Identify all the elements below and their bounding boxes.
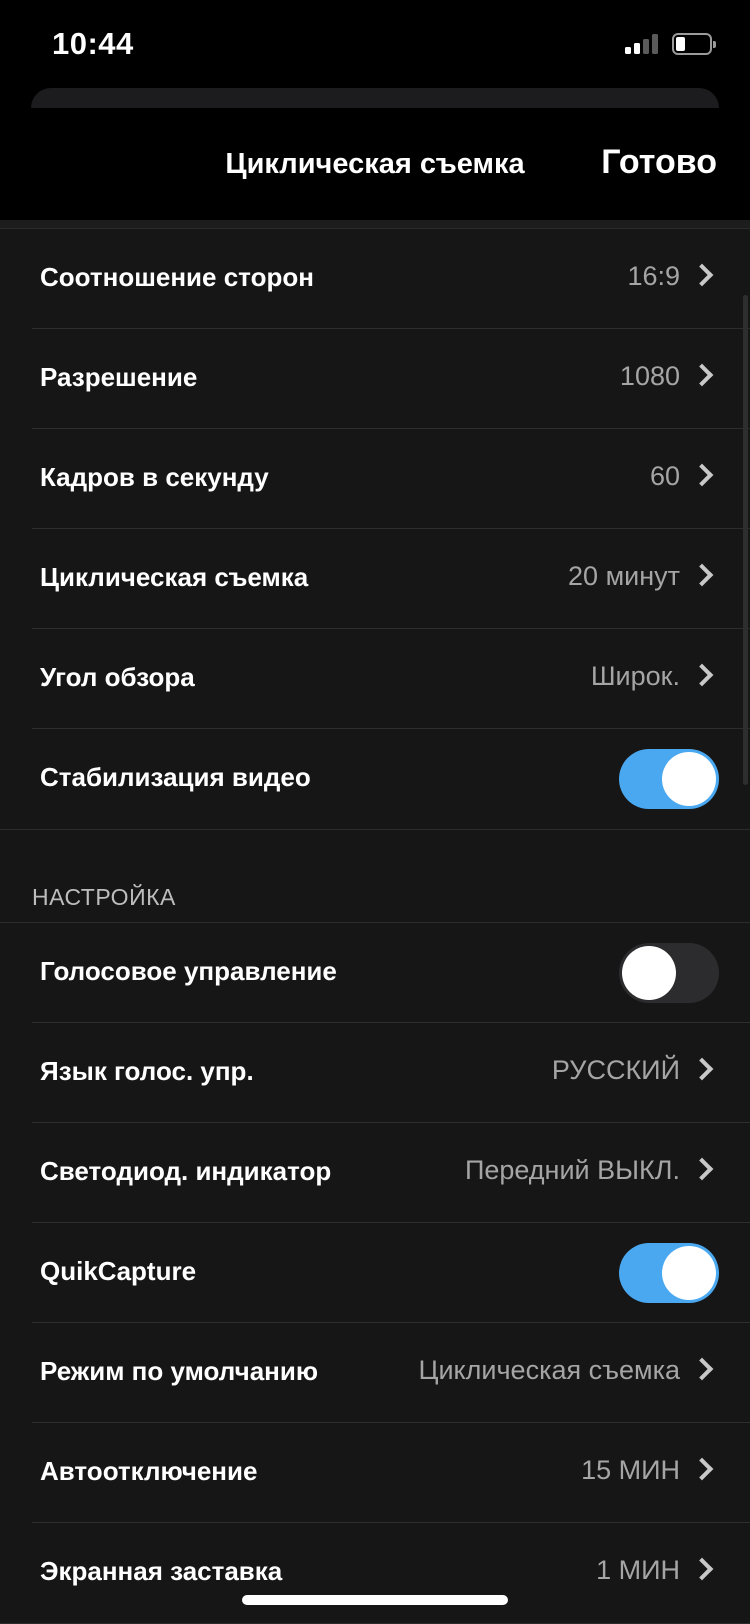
navigation-bar: Циклическая съемка Готово <box>0 108 750 220</box>
setting-value: 16:9 <box>627 261 680 291</box>
setting-value: РУССКИЙ <box>551 1055 680 1085</box>
setting-label: Соотношение сторон <box>40 262 314 292</box>
setting-row-screensaver[interactable]: Экранная заставка 1 МИН <box>32 1523 750 1623</box>
setting-label: Светодиод. индикатор <box>40 1156 332 1186</box>
setting-label: Стабилизация видео <box>40 762 311 792</box>
setting-value: Циклическая съемка <box>418 1355 680 1385</box>
cellular-signal-icon <box>625 34 661 54</box>
toggle-knob <box>662 1246 716 1300</box>
scroll-indicator[interactable] <box>743 295 748 785</box>
setting-value: 20 минут <box>568 561 680 591</box>
setting-row-voice-language[interactable]: Язык голос. упр. РУССКИЙ <box>32 1023 750 1123</box>
setting-row-voice-control: Голосовое управление <box>32 923 750 1023</box>
voice-control-toggle[interactable] <box>619 943 719 1003</box>
toggle-knob <box>622 946 676 1000</box>
done-button[interactable]: Готово <box>601 143 717 182</box>
chevron-right-icon <box>690 463 714 487</box>
sheet-top-edge <box>31 88 719 108</box>
setting-value: 15 МИН <box>581 1455 680 1485</box>
status-time: 10:44 <box>52 26 134 61</box>
setting-row-led[interactable]: Светодиод. индикатор Передний ВЫКЛ. <box>32 1123 750 1223</box>
chevron-right-icon <box>690 1457 714 1481</box>
setup-settings-group: Голосовое управление Язык голос. упр. РУ… <box>0 922 750 1624</box>
video-settings-group: Соотношение сторон 16:9 Разрешение 1080 … <box>0 228 750 830</box>
setting-label: Циклическая съемка <box>40 562 309 592</box>
settings-list[interactable]: Соотношение сторон 16:9 Разрешение 1080 … <box>0 220 750 1624</box>
setting-value: Передний ВЫКЛ. <box>464 1155 680 1185</box>
status-bar: 10:44 <box>0 0 750 88</box>
setting-row-fps[interactable]: Кадров в секунду 60 <box>32 429 750 529</box>
setting-label: Разрешение <box>40 362 198 392</box>
setting-label: Автоотключение <box>40 1456 258 1486</box>
setting-value: Широк. <box>590 661 680 691</box>
setting-row-video-stabilization: Стабилизация видео <box>32 729 750 829</box>
setting-row-aspect-ratio[interactable]: Соотношение сторон 16:9 <box>32 229 750 329</box>
battery-icon <box>672 33 716 55</box>
chevron-right-icon <box>690 1357 714 1381</box>
chevron-right-icon <box>690 1557 714 1581</box>
setting-row-auto-off[interactable]: Автоотключение 15 МИН <box>32 1423 750 1523</box>
setting-label: Язык голос. упр. <box>40 1056 254 1086</box>
setting-value: 1 МИН <box>596 1555 680 1585</box>
chevron-right-icon <box>690 1057 714 1081</box>
chevron-right-icon <box>690 663 714 687</box>
setting-label: Экранная заставка <box>40 1556 283 1586</box>
quikcapture-toggle[interactable] <box>619 1243 719 1303</box>
setting-row-field-of-view[interactable]: Угол обзора Широк. <box>32 629 750 729</box>
setting-label: Голосовое управление <box>40 956 337 986</box>
setting-label: Угол обзора <box>40 662 195 692</box>
chevron-right-icon <box>690 563 714 587</box>
setting-value: 1080 <box>619 361 680 391</box>
setting-row-looping[interactable]: Циклическая съемка 20 минут <box>32 529 750 629</box>
setting-row-quikcapture: QuikCapture <box>32 1223 750 1323</box>
toggle-knob <box>662 752 716 806</box>
section-header-label: НАСТРОЙКА <box>32 884 176 910</box>
chevron-right-icon <box>690 263 714 287</box>
chevron-right-icon <box>690 363 714 387</box>
setting-row-default-mode[interactable]: Режим по умолчанию Циклическая съемка <box>32 1323 750 1423</box>
setting-row-resolution[interactable]: Разрешение 1080 <box>32 329 750 429</box>
setting-label: Режим по умолчанию <box>40 1356 319 1386</box>
setting-label: Кадров в секунду <box>40 462 269 492</box>
setting-label: QuikCapture <box>40 1256 197 1286</box>
home-indicator[interactable] <box>242 1595 508 1605</box>
stabilization-toggle[interactable] <box>619 749 719 809</box>
setting-value: 60 <box>649 461 680 491</box>
section-header-setup: НАСТРОЙКА <box>0 830 750 922</box>
chevron-right-icon <box>690 1157 714 1181</box>
